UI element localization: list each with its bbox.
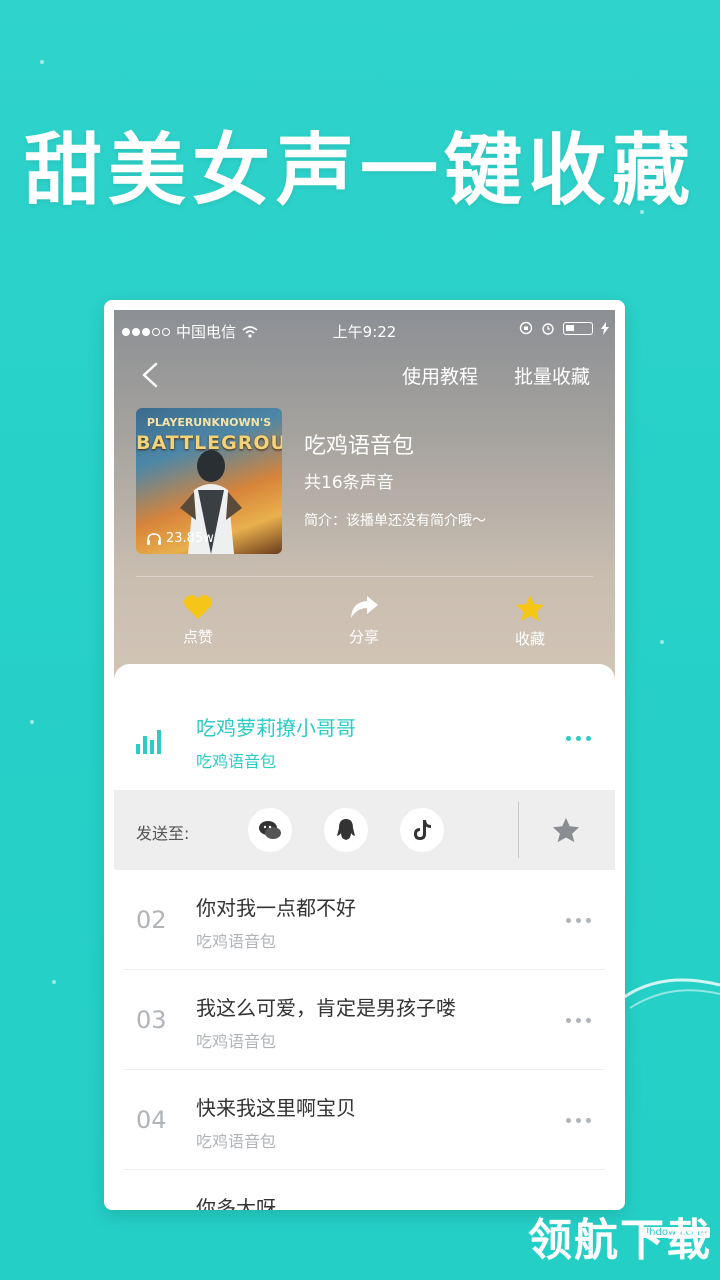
share-bar-divider <box>518 802 519 858</box>
playlist-description: 简介：该播单还没有简介哦～ <box>304 513 486 529</box>
sparkle-dot <box>40 60 44 64</box>
favorite-star-icon[interactable] <box>552 816 580 844</box>
sparkle-dot <box>30 720 34 724</box>
sparkle-dot <box>52 980 56 984</box>
tutorial-link[interactable]: 使用教程 <box>402 362 478 389</box>
more-icon[interactable] <box>566 918 591 923</box>
heart-icon <box>183 595 213 619</box>
track-number: 04 <box>136 1106 167 1134</box>
track-subtitle: 吃鸡语音包 <box>196 1132 277 1151</box>
status-bar: 中国电信 上午9:22 <box>114 310 615 350</box>
track-title: 你多大呀 <box>196 1196 276 1210</box>
track-number: 02 <box>136 906 167 934</box>
share-target-bar: 发送至: <box>114 790 615 870</box>
qq-share-button[interactable] <box>324 808 368 852</box>
track-row[interactable]: 04 快来我这里啊宝贝 吃鸡语音包 <box>114 1070 615 1170</box>
promo-headline: 甜美女声一键收藏 <box>23 126 696 216</box>
wechat-icon <box>259 821 281 839</box>
wechat-share-button[interactable] <box>248 808 292 852</box>
now-playing-title: 吃鸡萝莉撩小哥哥 <box>196 716 356 740</box>
more-icon[interactable] <box>566 1118 591 1123</box>
track-list-sheet: 吃鸡萝莉撩小哥哥 吃鸡语音包 发送至: 02 你对我一点都不好 吃鸡语音包 03… <box>114 664 615 1210</box>
tiktok-icon <box>414 820 431 840</box>
collect-button[interactable]: 收藏 <box>490 594 570 649</box>
track-row[interactable]: 02 你对我一点都不好 吃鸡语音包 <box>114 870 615 970</box>
playlist-header: 中国电信 上午9:22 使用教程 批量收藏 PLAYERUNKNOWN'S BA… <box>114 310 615 690</box>
equalizer-icon <box>136 730 161 754</box>
share-label: 分享 <box>348 628 379 646</box>
nav-bar: 使用教程 批量收藏 <box>114 350 615 400</box>
collect-label: 收藏 <box>514 630 545 648</box>
alarm-icon <box>542 323 554 335</box>
battery-icon <box>563 321 593 335</box>
brand-logo: 领航下载 <box>528 1215 712 1266</box>
track-subtitle: 吃鸡语音包 <box>196 1032 277 1051</box>
qq-penguin-icon <box>337 819 355 840</box>
play-count-value: 23.85w <box>166 531 214 546</box>
playlist-title: 吃鸡语音包 <box>304 434 415 459</box>
wave-decoration <box>620 978 720 1009</box>
play-count: 23.85w <box>146 531 214 546</box>
more-icon[interactable] <box>566 736 591 741</box>
phone-frame: 中国电信 上午9:22 使用教程 批量收藏 PLAYERUNKNOWN'S BA… <box>104 300 625 1210</box>
like-button[interactable]: 点赞 <box>158 594 238 647</box>
track-number: 03 <box>136 1006 167 1034</box>
playlist-count: 共16条声音 <box>304 473 394 493</box>
track-title: 我这么可爱，肯定是男孩子喽 <box>196 996 456 1020</box>
track-title: 你对我一点都不好 <box>196 896 356 920</box>
sparkle-dot <box>660 640 664 644</box>
status-right <box>519 321 609 335</box>
douyin-share-button[interactable] <box>400 808 444 852</box>
track-title: 快来我这里啊宝贝 <box>196 1096 356 1120</box>
share-arrow-icon <box>351 596 378 618</box>
header-divider <box>136 576 593 577</box>
star-icon <box>516 595 544 621</box>
track-subtitle: 吃鸡语音包 <box>196 932 277 951</box>
more-icon[interactable] <box>566 1018 591 1023</box>
playlist-cover[interactable]: PLAYERUNKNOWN'S BATTLEGROUNDS 23.85w <box>136 408 282 554</box>
back-icon[interactable] <box>136 360 166 390</box>
headphones-icon <box>147 532 161 545</box>
rotation-lock-icon <box>519 321 533 335</box>
batch-collect-link[interactable]: 批量收藏 <box>514 362 590 389</box>
now-playing-row[interactable]: 吃鸡萝莉撩小哥哥 吃鸡语音包 <box>114 664 615 790</box>
share-button[interactable]: 分享 <box>324 594 404 647</box>
track-row[interactable]: 03 我这么可爱，肯定是男孩子喽 吃鸡语音包 <box>114 970 615 1070</box>
share-target-label: 发送至: <box>136 824 190 843</box>
now-playing-subtitle: 吃鸡语音包 <box>196 752 277 771</box>
like-label: 点赞 <box>182 628 213 646</box>
app-screen: 中国电信 上午9:22 使用教程 批量收藏 PLAYERUNKNOWN'S BA… <box>114 310 615 1210</box>
charging-icon <box>601 321 609 335</box>
